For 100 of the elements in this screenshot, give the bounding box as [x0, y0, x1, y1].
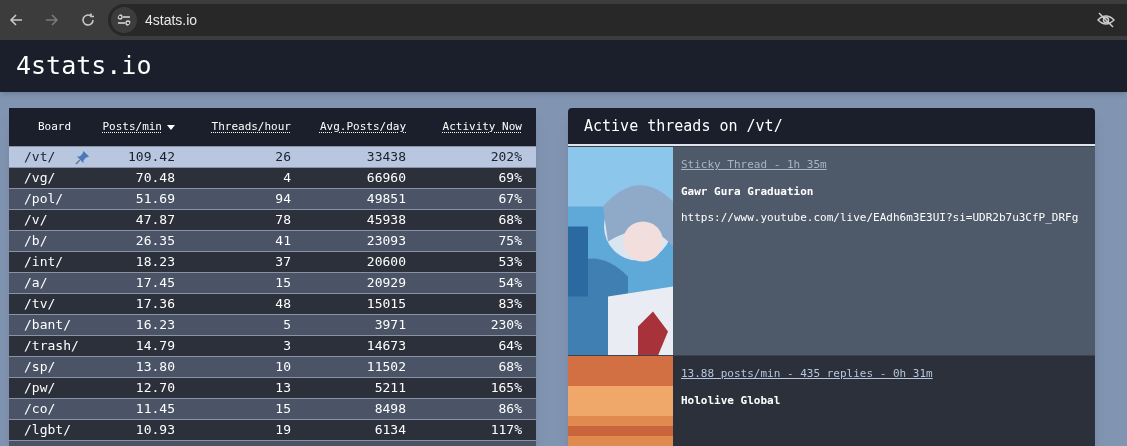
table-cell-text: 3	[283, 337, 291, 356]
table-cell-text: 83%	[498, 295, 522, 314]
table-row[interactable]: /vg/ 70.48 4 66960 69%	[9, 167, 536, 188]
table-cell-text: 17.45	[135, 274, 175, 293]
table-cell-text: 33438	[366, 148, 406, 167]
table-cell-text: 68%	[498, 211, 522, 230]
thread-subject: Hololive Global	[681, 392, 781, 409]
table-cell-text: 13	[275, 379, 291, 398]
table-cell-text: 69%	[498, 169, 522, 188]
table-cell-text: 16.23	[135, 316, 175, 335]
panel-title: Active threads on /vt/	[584, 115, 783, 137]
table-cell-text: 10	[275, 358, 291, 377]
table-cell-text: 48	[275, 295, 291, 314]
table-row[interactable]: /sp/ 13.80 10 11502 68%	[9, 356, 536, 377]
column-sort-link[interactable]: Avg.Posts/day	[319, 118, 406, 136]
table-cell-text: 5	[283, 316, 291, 335]
thread-meta-link[interactable]: Sticky Thread - 1h 35m	[681, 157, 827, 174]
table-row[interactable]: /pol/ 51.69 94 49851 67%	[9, 188, 536, 209]
table-cell-text: /co/	[24, 400, 56, 419]
table-cell-text: 37	[275, 253, 291, 272]
table-cell-text: /pw/	[24, 379, 56, 398]
table-row[interactable]: /bant/ 16.23 5 3971 230%	[9, 314, 536, 335]
table-cell-text: 67%	[498, 190, 522, 209]
table-cell-text: 3971	[374, 316, 406, 335]
table-cell-text: 5211	[374, 379, 406, 398]
column-sort-link[interactable]: Threads/hour	[211, 118, 291, 136]
table-row[interactable]: /v/ 47.87 78 45938 68%	[9, 209, 536, 230]
table-cell-text: 20600	[366, 253, 406, 272]
column-sort-link[interactable]: Activity Now	[442, 118, 522, 136]
thread-subject: Gawr Gura Graduation	[681, 183, 814, 200]
table-cell-text: 51.69	[135, 190, 175, 209]
column-header: Board	[37, 118, 72, 135]
url-text: 4stats.io	[145, 10, 198, 30]
table-cell-text: 47.87	[135, 211, 175, 230]
table-cell-text: 45938	[366, 211, 406, 230]
table-cell-text: /v/	[24, 211, 48, 230]
site-settings-icon[interactable]	[111, 7, 137, 33]
table-cell-text: 8498	[374, 400, 406, 419]
table-cell-text: 117%	[490, 421, 522, 440]
table-cell-text: 26	[275, 148, 291, 167]
table-cell-text: 94	[275, 190, 291, 209]
site-title[interactable]: 4stats.io	[16, 47, 152, 85]
forward-icon[interactable]	[45, 13, 59, 27]
table-cell-text: /pol/	[24, 190, 64, 209]
table-cell-text: 19	[275, 421, 291, 440]
reload-icon[interactable]	[81, 13, 95, 27]
table-cell-text: 70.48	[135, 169, 175, 188]
table-cell-text: 49851	[366, 190, 406, 209]
table-cell-text: 14.79	[135, 337, 175, 356]
table-cell-text: 20929	[366, 274, 406, 293]
table-row[interactable]: /b/ 26.35 41 23093 75%	[9, 230, 536, 251]
table-row[interactable]: /vt/ 109.42 26 33438 202%	[9, 146, 536, 167]
table-cell-text: 11502	[366, 358, 406, 377]
table-cell-text: 26.35	[135, 232, 175, 251]
table-cell-text: 64%	[498, 337, 522, 356]
table-cell-text: 230%	[490, 316, 522, 335]
eye-off-icon[interactable]	[1097, 11, 1115, 29]
table-cell-text: 17.36	[135, 295, 175, 314]
table-cell-text: /a/	[24, 274, 48, 293]
address-bar[interactable]: 4stats.io	[108, 4, 1127, 36]
table-cell-text: 10.93	[135, 421, 175, 440]
table-cell-text: 12.70	[135, 379, 175, 398]
thread-card[interactable]: 13.88 posts/min - 435 replies - 0h 31m Hololive Global	[568, 355, 1095, 446]
table-cell-text: 14673	[366, 337, 406, 356]
table-cell-text: /b/	[24, 232, 48, 251]
table-cell-text: 4	[283, 169, 291, 188]
table-cell-text: 41	[275, 232, 291, 251]
column-sort-link[interactable]: Posts/min	[102, 118, 162, 136]
table-cell-text: 68%	[498, 358, 522, 377]
table-cell-text: /vt/	[24, 148, 56, 167]
table-cell-text: 13.80	[135, 358, 175, 377]
table-row[interactable]: /lgbt/ 10.93 19 6134 117%	[9, 419, 536, 440]
thread-body: https://www.youtube.com/live/EAdh6m3E3UI?si=UDR2b7u3CfP_DRFg	[681, 210, 1079, 226]
table-cell-text: /trash/	[24, 337, 79, 356]
table-cell-text: /lgbt/	[24, 421, 71, 440]
table-cell-text: 15015	[366, 295, 406, 314]
table-cell-text: /bant/	[24, 316, 71, 335]
table-row[interactable]: /int/ 18.23 37 20600 53%	[9, 251, 536, 272]
table-cell-text: 53%	[498, 253, 522, 272]
table-row[interactable]: /co/ 11.45 15 8498 86%	[9, 398, 536, 419]
table-cell-text: /vg/	[24, 169, 56, 188]
table-cell-text: 23093	[366, 232, 406, 251]
table-cell-text: /int/	[24, 253, 64, 272]
table-cell-text: 6134	[374, 421, 406, 440]
table-row[interactable]: /a/ 17.45 15 20929 54%	[9, 272, 536, 293]
table-row[interactable]: /tv/ 17.36 48 15015 83%	[9, 293, 536, 314]
back-icon[interactable]	[9, 13, 23, 27]
thread-meta-link[interactable]: 13.88 posts/min - 435 replies - 0h 31m	[681, 366, 933, 383]
table-cell-text: 202%	[490, 148, 522, 167]
table-cell-text: 78	[275, 211, 291, 230]
table-cell-text: /tv/	[24, 295, 56, 314]
table-cell-text: 15	[275, 274, 291, 293]
table-cell-text: 165%	[490, 379, 522, 398]
table-cell-text: 15	[275, 400, 291, 419]
table-row[interactable]: /trash/ 14.79 3 14673 64%	[9, 335, 536, 356]
table-cell-text: 54%	[498, 274, 522, 293]
table-cell-text: 75%	[498, 232, 522, 251]
table-row[interactable]: /pw/ 12.70 13 5211 165%	[9, 377, 536, 398]
table-cell-text: 66960	[366, 169, 406, 188]
table-cell-text: 109.42	[128, 148, 175, 167]
